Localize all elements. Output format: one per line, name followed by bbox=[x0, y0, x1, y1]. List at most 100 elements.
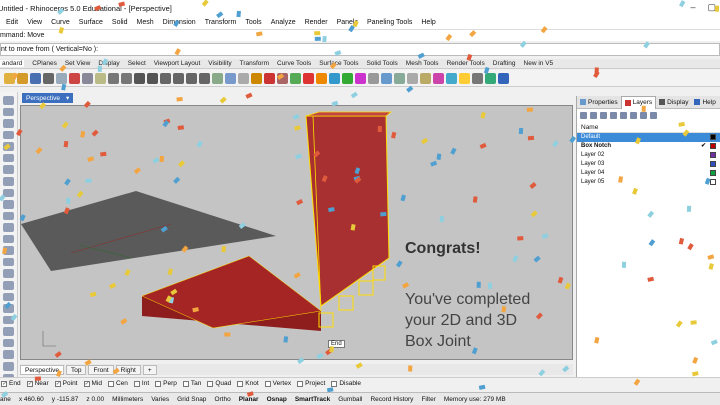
solid-tools-icon[interactable] bbox=[394, 72, 405, 84]
tab-transform[interactable]: Transform bbox=[240, 60, 269, 67]
osnap-mid[interactable]: ✓ Mid bbox=[83, 380, 102, 387]
help-icon[interactable] bbox=[498, 72, 509, 84]
current-layer-check-icon[interactable]: ✔ bbox=[701, 142, 706, 151]
explode-icon[interactable] bbox=[3, 315, 14, 325]
mesh-tools-icon[interactable] bbox=[407, 72, 418, 84]
import-icon[interactable] bbox=[56, 72, 67, 84]
trim-icon[interactable] bbox=[3, 281, 14, 290]
undo-icon[interactable] bbox=[108, 72, 119, 84]
layer-row-04[interactable]: Layer 04 bbox=[577, 169, 720, 178]
tab-help[interactable]: Help bbox=[691, 99, 718, 106]
copy-object-icon[interactable] bbox=[316, 72, 327, 84]
osnap-toggle[interactable]: Osnap bbox=[267, 396, 287, 403]
select-arrow-icon[interactable] bbox=[3, 96, 14, 105]
tab-mesh-tools[interactable]: Mesh Tools bbox=[406, 60, 439, 67]
tab-render-tools[interactable]: Render Tools bbox=[447, 60, 485, 67]
checkbox-icon[interactable] bbox=[264, 380, 271, 387]
checkbox-icon[interactable] bbox=[107, 380, 114, 387]
layer-color-swatch[interactable] bbox=[710, 170, 716, 176]
filter-icon[interactable] bbox=[640, 111, 647, 119]
menu-analyze[interactable]: Analyze bbox=[271, 19, 296, 26]
analyze-icon[interactable] bbox=[3, 361, 14, 371]
tab-new-in-v5[interactable]: New in V5 bbox=[524, 60, 554, 67]
osnap-near[interactable]: ✓ Near bbox=[26, 380, 49, 387]
tab-display-panel[interactable]: Display bbox=[656, 99, 691, 106]
mesh-icon[interactable] bbox=[3, 269, 14, 278]
options-icon[interactable] bbox=[472, 72, 483, 84]
layer-row-box-notch[interactable]: Box Notch ✔ bbox=[577, 142, 720, 151]
menu-mesh[interactable]: Mesh bbox=[137, 19, 154, 26]
layer-row-03[interactable]: Layer 03 bbox=[577, 160, 720, 169]
text-icon[interactable] bbox=[3, 350, 14, 359]
osnap-point[interactable]: ✓ Point bbox=[54, 380, 78, 387]
menu-surface[interactable]: Surface bbox=[79, 19, 103, 26]
sphere-icon[interactable] bbox=[3, 246, 14, 255]
extrude-icon[interactable] bbox=[3, 223, 14, 232]
menu-curve[interactable]: Curve bbox=[51, 19, 70, 26]
osnap-perp[interactable]: Perp bbox=[155, 380, 177, 387]
redo-icon[interactable] bbox=[121, 72, 132, 84]
osnap-int[interactable]: Int bbox=[133, 380, 149, 387]
polygon-icon[interactable] bbox=[3, 176, 14, 186]
osnap-tan[interactable]: Tan bbox=[182, 380, 201, 387]
layer-color-swatch[interactable] bbox=[710, 143, 716, 149]
properties-icon[interactable] bbox=[290, 72, 301, 84]
add-viewport-button[interactable]: + bbox=[142, 364, 157, 375]
menu-dimension[interactable]: Dimension bbox=[163, 19, 196, 26]
curve-icon[interactable] bbox=[3, 130, 14, 140]
checkbox-icon[interactable] bbox=[155, 380, 162, 387]
osnap-end[interactable]: ✓ End bbox=[1, 380, 21, 387]
smarttrack-toggle[interactable]: SmartTrack bbox=[295, 396, 330, 403]
surface-icon[interactable] bbox=[3, 211, 14, 221]
join-icon[interactable] bbox=[3, 304, 14, 313]
print-icon[interactable] bbox=[43, 72, 54, 84]
current-layer[interactable]: Varies bbox=[151, 396, 169, 403]
menu-panels[interactable]: Panels bbox=[337, 19, 358, 26]
menu-help[interactable]: Help bbox=[421, 19, 435, 26]
move-tool-icon[interactable] bbox=[3, 327, 14, 336]
new-layer-icon[interactable] bbox=[580, 111, 587, 119]
circle-icon[interactable] bbox=[3, 142, 14, 151]
checkbox-icon[interactable] bbox=[182, 380, 189, 387]
boolean-icon[interactable] bbox=[3, 257, 14, 267]
cplane-icon[interactable] bbox=[225, 72, 236, 84]
dimension-icon[interactable] bbox=[3, 338, 14, 348]
new-file-icon[interactable] bbox=[4, 72, 15, 84]
layer-color-swatch[interactable] bbox=[710, 134, 716, 140]
tab-cplanes[interactable]: CPlanes bbox=[32, 60, 57, 67]
four-views-icon[interactable] bbox=[238, 72, 249, 84]
light-icon[interactable] bbox=[459, 72, 470, 84]
lock-icon[interactable] bbox=[277, 72, 288, 84]
checkbox-icon[interactable] bbox=[207, 380, 214, 387]
tab-viewport-layout[interactable]: Viewport Layout bbox=[154, 60, 201, 67]
save-icon[interactable] bbox=[30, 72, 41, 84]
tab-select[interactable]: Select bbox=[128, 60, 146, 67]
zoom-selected-icon[interactable] bbox=[199, 72, 210, 84]
zoom-window-icon[interactable] bbox=[173, 72, 184, 84]
tools-icon[interactable] bbox=[650, 111, 657, 119]
record-history-toggle[interactable]: Record History bbox=[370, 396, 413, 403]
scale-icon[interactable] bbox=[342, 72, 353, 84]
checkbox-icon[interactable] bbox=[331, 380, 338, 387]
filter-toggle[interactable]: Filter bbox=[421, 396, 435, 403]
tab-visibility[interactable]: Visibility bbox=[208, 60, 231, 67]
layer-color-swatch[interactable] bbox=[710, 152, 716, 158]
maximize-button[interactable]: ▢ bbox=[707, 2, 716, 13]
new-sublayer-icon[interactable] bbox=[590, 111, 597, 119]
tab-front[interactable]: Front bbox=[88, 364, 114, 375]
move-icon[interactable] bbox=[303, 72, 314, 84]
hide-icon[interactable] bbox=[264, 72, 275, 84]
zoom-icon[interactable] bbox=[160, 72, 171, 84]
tab-solid-tools[interactable]: Solid Tools bbox=[366, 60, 397, 67]
grid-snap-toggle[interactable]: Grid Snap bbox=[177, 396, 206, 403]
command-prompt[interactable]: nt to move from ( Vertical=No ): bbox=[0, 43, 720, 56]
environment-icon[interactable] bbox=[446, 72, 457, 84]
move-up-icon[interactable] bbox=[610, 111, 617, 119]
polyline-icon[interactable] bbox=[3, 119, 14, 128]
mirror-icon[interactable] bbox=[355, 72, 366, 84]
rotate-icon[interactable] bbox=[329, 72, 340, 84]
rectangle-icon[interactable] bbox=[3, 165, 14, 174]
layer-color-swatch[interactable] bbox=[710, 161, 716, 167]
planar-toggle[interactable]: Planar bbox=[239, 396, 259, 403]
cut-icon[interactable] bbox=[69, 72, 80, 84]
